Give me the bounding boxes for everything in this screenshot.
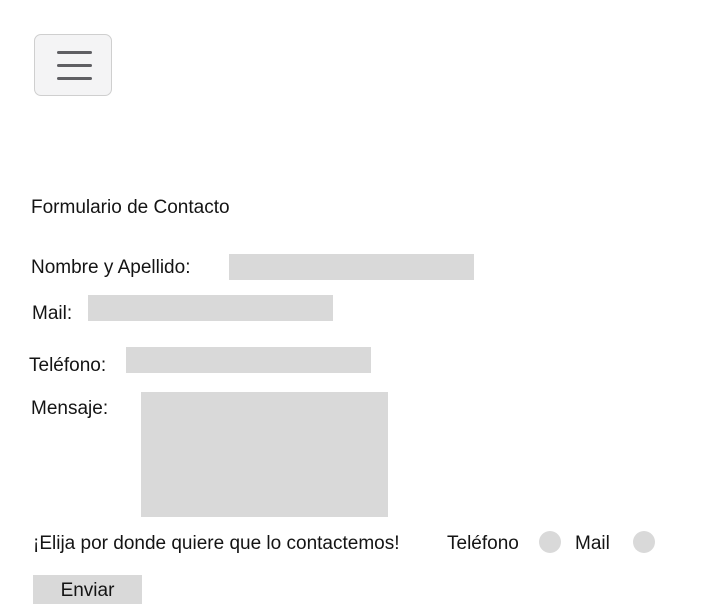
phone-input[interactable] — [126, 347, 371, 373]
hamburger-menu-icon-bar — [57, 64, 92, 67]
mail-input[interactable] — [88, 295, 333, 321]
name-label: Nombre y Apellido: — [31, 257, 191, 278]
menu-button[interactable] — [34, 34, 112, 96]
radio-telefono[interactable] — [539, 531, 561, 553]
radio-label-telefono: Teléfono — [447, 533, 519, 554]
hamburger-menu-icon-bar — [57, 77, 92, 80]
phone-label: Teléfono: — [29, 355, 107, 376]
message-textarea[interactable] — [141, 392, 388, 517]
contact-preference-prompt: ¡Elija por donde quiere que lo contactem… — [33, 533, 400, 554]
submit-button[interactable]: Enviar — [33, 575, 142, 604]
name-input[interactable] — [229, 254, 474, 280]
radio-label-mail: Mail — [575, 533, 610, 554]
form-title: Formulario de Contacto — [31, 197, 230, 218]
mail-label: Mail: — [32, 303, 73, 324]
hamburger-menu-icon — [57, 51, 92, 54]
message-label: Mensaje: — [31, 398, 109, 419]
radio-mail[interactable] — [633, 531, 655, 553]
